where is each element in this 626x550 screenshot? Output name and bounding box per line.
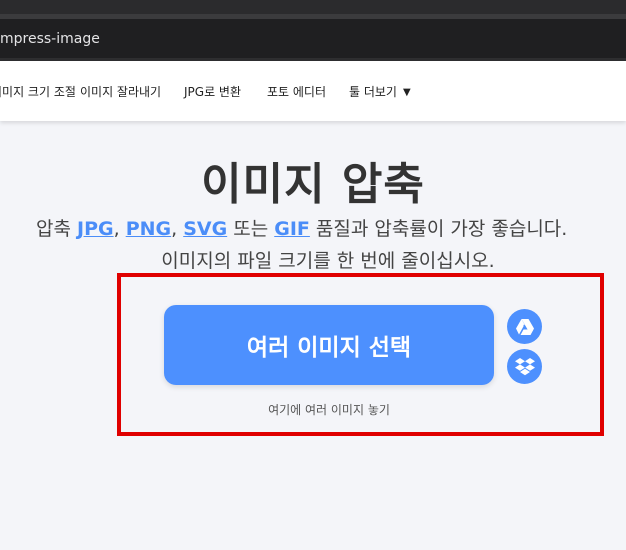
drop-hint: 여기에 여러 이미지 놓기 bbox=[268, 403, 390, 417]
page-subtitle: 압축 JPG, PNG, SVG 또는 GIF 품질과 압축률이 가장 좋습니다… bbox=[36, 214, 567, 241]
subtitle-prefix: 압축 bbox=[36, 218, 77, 240]
nav-item-crop-image[interactable]: 이미지 잘라내기 bbox=[80, 83, 161, 100]
format-link-gif[interactable]: GIF bbox=[274, 218, 310, 240]
dropbox-icon bbox=[514, 358, 535, 376]
google-drive-icon bbox=[515, 318, 534, 335]
nav-item-more-tools[interactable]: 툴 더보기 ▼ bbox=[349, 83, 411, 100]
format-link-jpg[interactable]: JPG bbox=[77, 218, 114, 240]
caret-down-icon: ▼ bbox=[402, 87, 411, 98]
select-images-button[interactable]: 여러 이미지 선택 bbox=[164, 305, 494, 385]
subtitle-sep: , bbox=[171, 218, 184, 240]
nav-item-convert-to-jpg[interactable]: JPG로 변환 bbox=[184, 83, 241, 100]
format-link-svg[interactable]: SVG bbox=[183, 218, 227, 240]
browser-address-bar[interactable]: mpress-image bbox=[0, 14, 626, 60]
browser-tab-strip bbox=[0, 0, 626, 14]
subtitle-sep: , bbox=[113, 218, 126, 240]
dropbox-button[interactable] bbox=[507, 349, 542, 384]
page-title: 이미지 압축 bbox=[201, 159, 425, 210]
page-subtitle-line2: 이미지의 파일 크기를 한 번에 줄이십시오. bbox=[161, 250, 495, 272]
url-text[interactable]: mpress-image bbox=[0, 31, 100, 47]
subtitle-sep: 또는 bbox=[227, 218, 275, 240]
google-drive-button[interactable] bbox=[507, 309, 542, 344]
select-images-label: 여러 이미지 선택 bbox=[246, 335, 412, 361]
nav-item-photo-editor[interactable]: 포토 에디터 bbox=[267, 83, 326, 100]
more-tools-label: 툴 더보기 bbox=[349, 85, 397, 99]
site-navbar: 이미지 크기 조절 이미지 잘라내기 JPG로 변환 포토 에디터 툴 더보기 ▼ bbox=[0, 61, 626, 121]
format-link-png[interactable]: PNG bbox=[126, 218, 171, 240]
subtitle-suffix: 품질과 압축률이 가장 좋습니다. bbox=[309, 218, 568, 240]
nav-item-resize-image[interactable]: 이미지 크기 조절 bbox=[0, 83, 76, 100]
